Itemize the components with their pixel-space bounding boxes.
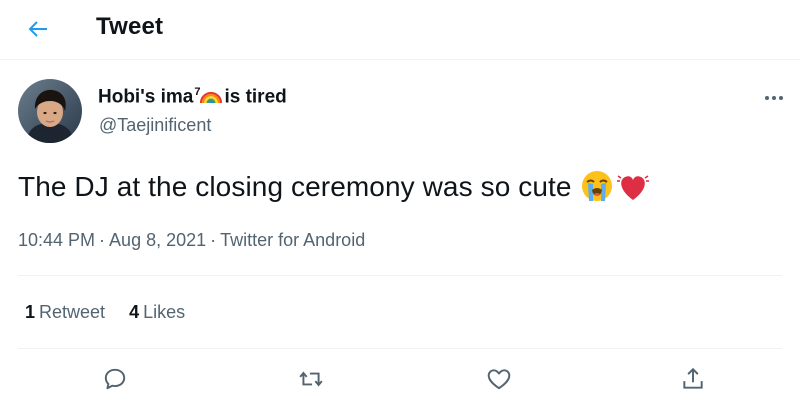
divider: [18, 348, 782, 349]
retweets-stat[interactable]: 1 Retweet: [25, 302, 105, 323]
likes-label: Likes: [143, 302, 186, 322]
tweet-text: The DJ at the closing ceremony was so cu…: [18, 168, 651, 204]
avatar-image: [18, 79, 82, 143]
retweet-icon: [299, 371, 323, 387]
likes-stat[interactable]: 4 Likes: [129, 302, 185, 323]
more-options-button[interactable]: [760, 88, 788, 108]
page-title: Tweet: [96, 13, 164, 40]
divider: [18, 275, 782, 276]
header-bar: Tweet: [0, 0, 800, 60]
tweet-text-body: The DJ at the closing ceremony was so cu…: [18, 171, 572, 202]
display-name-suffix: is tired: [224, 86, 287, 108]
loudly-crying-face-emoji: [582, 171, 613, 201]
tweet-meta: 10:44 PM · Aug 8, 2021 · Twitter for Android: [18, 230, 365, 251]
like-button[interactable]: [482, 362, 516, 396]
reply-button[interactable]: [98, 362, 132, 396]
retweet-button[interactable]: [294, 362, 328, 396]
avatar[interactable]: [18, 79, 82, 143]
beating-heart-emoji: [617, 175, 650, 200]
tweet-time[interactable]: 10:44 PM: [18, 230, 95, 250]
likes-count: 4: [129, 302, 140, 322]
share-button[interactable]: [676, 362, 710, 396]
retweets-count: 1: [25, 302, 36, 322]
more-horizontal-icon: [765, 96, 783, 100]
tweet-date[interactable]: Aug 8, 2021: [109, 230, 206, 250]
author-handle[interactable]: @Taejinificent: [99, 115, 211, 136]
display-name-text: Hobi's ima: [98, 86, 194, 108]
rainbow-emoji: [200, 92, 223, 104]
tweet-source[interactable]: Twitter for Android: [220, 230, 365, 250]
author-display-name[interactable]: Hobi's ima7 is tired: [98, 86, 287, 108]
share-icon: [683, 367, 703, 389]
meta-separator: ·: [99, 230, 106, 250]
retweets-label: Retweet: [39, 302, 106, 322]
arrow-left-icon: [28, 21, 47, 37]
meta-separator: ·: [210, 230, 217, 250]
like-icon: [487, 369, 511, 390]
reply-icon: [104, 368, 126, 390]
tweet-detail-page: Tweet Hobi's ima7 is tired @Taejinificen…: [0, 0, 800, 402]
back-button[interactable]: [18, 9, 58, 49]
tweet-stats: 1 Retweet 4 Likes: [25, 302, 185, 323]
